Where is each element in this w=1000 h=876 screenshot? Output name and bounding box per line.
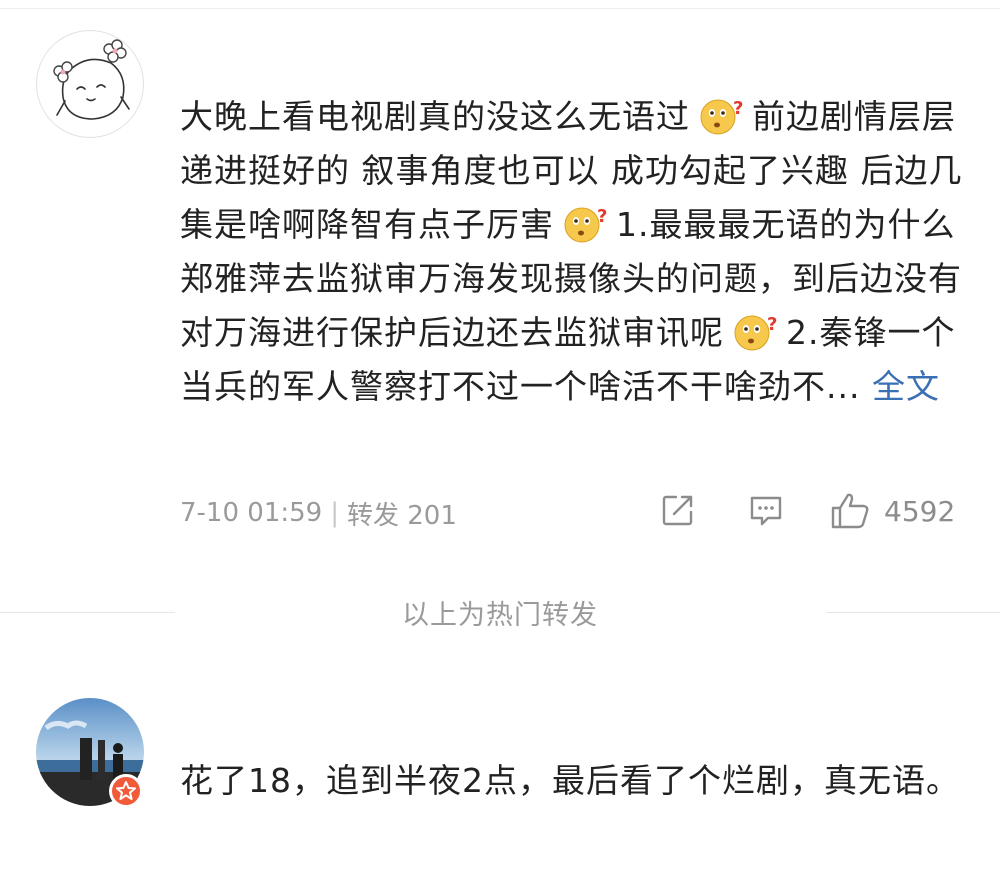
doodle-avatar-icon <box>53 39 130 120</box>
confused-face-icon: ? <box>560 204 610 244</box>
like-button[interactable]: 4592 <box>830 492 955 530</box>
like-count: 4592 <box>884 494 956 528</box>
svg-text:?: ? <box>597 206 608 227</box>
comment-icon <box>750 496 782 526</box>
top-divider <box>0 8 1000 9</box>
star-badge-icon <box>116 781 136 800</box>
confused-face-icon: ? <box>730 312 780 352</box>
repost-count[interactable]: 转发 201 <box>347 495 457 532</box>
avatar[interactable] <box>36 30 144 138</box>
comment-button[interactable] <box>748 492 784 528</box>
divider-right <box>826 612 1000 613</box>
thumbs-up-icon <box>831 493 869 529</box>
verified-badge <box>109 774 143 808</box>
post-text-segment: 大晚上看电视剧真的没这么无语过 <box>180 97 690 136</box>
post-text: 大晚上看电视剧真的没这么无语过? 前边剧情层层递进挺好的 叙事角度也可以 成功勾起… <box>180 90 970 414</box>
svg-text:?: ? <box>733 98 744 119</box>
post-text: 花了18，追到半夜2点，最后看了个烂剧，真无语。 <box>180 761 960 800</box>
share-icon <box>662 495 693 526</box>
meta-separator: | <box>330 498 339 528</box>
full-text-link[interactable]: 全文 <box>872 367 940 406</box>
share-button[interactable] <box>660 492 696 528</box>
confused-face-icon: ? <box>696 96 746 136</box>
svg-text:?: ? <box>767 314 778 335</box>
timestamp: 7-10 01:59 <box>180 498 323 528</box>
